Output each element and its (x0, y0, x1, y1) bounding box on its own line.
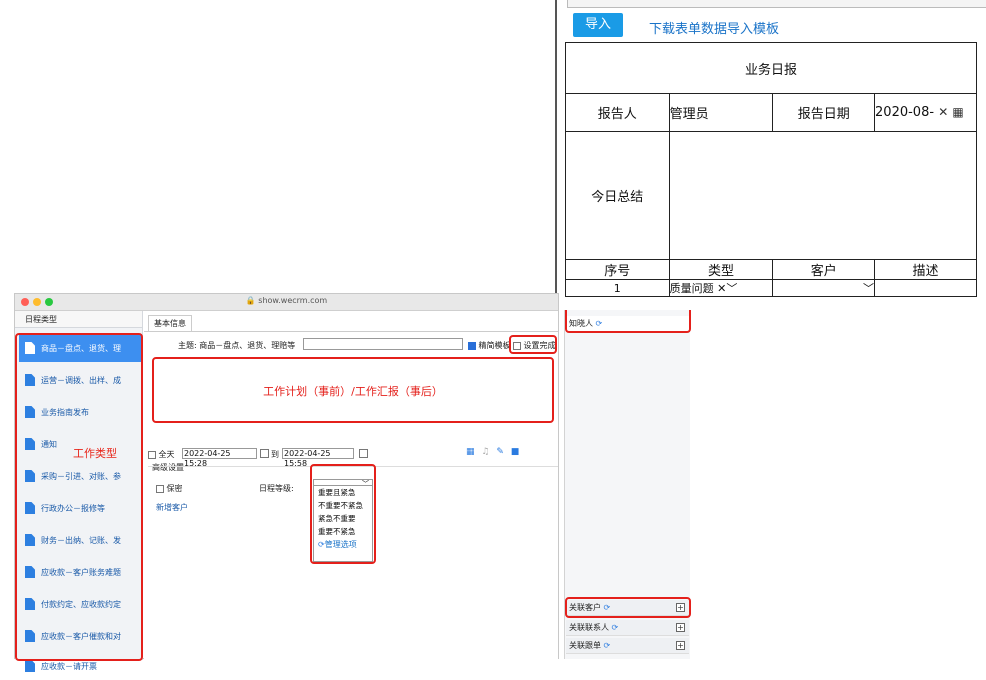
daily-report-table: 业务日报 报告人 管理员 报告日期 2020-08- ✕ ▦ 今日总结 序号 类… (565, 42, 978, 297)
related-customer-highlight-box (565, 597, 691, 618)
browser-window: 🔒 show.wecrm.com 日程类型 商品－盘点、退货、理 运营－调拨、出… (14, 293, 559, 672)
folder-icon[interactable]: ■ (511, 447, 520, 457)
url-text: show.wecrm.com (258, 296, 328, 305)
chevron-down-icon: ﹀ (863, 282, 875, 295)
summary-field[interactable] (668, 131, 978, 260)
level-label: 日程等级: (259, 484, 294, 493)
report-title: 业务日报 (565, 42, 977, 94)
chevron-down-icon[interactable]: ﹀ (726, 282, 737, 295)
secret-label: 保密 (166, 484, 183, 493)
toolbar-icons: ▦ ♫ ✎ ■ (466, 447, 519, 457)
secret-checkbox[interactable] (156, 484, 164, 493)
simple-template-toggle[interactable]: 精简模板 (468, 340, 511, 351)
related-order-label: 关联跟单 (569, 641, 601, 650)
related-panel: 知晓人 ⟳ 关联客户 ⟳ + 关联联系人 ⟳ + 关联跟单 ⟳ + (564, 310, 691, 659)
known-highlight-box (565, 310, 691, 333)
sidebar-item-label: 应收款－请开票 (41, 661, 97, 671)
bell-icon[interactable]: ♫ (481, 447, 489, 457)
allday-checkbox[interactable] (148, 450, 156, 459)
type-value: 质量问题 (669, 282, 714, 295)
import-button[interactable]: 导入 (573, 13, 623, 37)
related-contact-label: 关联联系人 (569, 623, 609, 632)
customer-select[interactable]: ﹀ (772, 279, 876, 297)
to-label: 到 (271, 450, 279, 459)
clear-icon[interactable]: ✕ (717, 282, 726, 295)
form-top-bar (567, 0, 986, 8)
summary-label: 今日总结 (565, 131, 670, 260)
sidebar-header: 日程类型 (15, 311, 142, 328)
calendar-icon[interactable] (260, 449, 269, 458)
sidebar-highlight-box (15, 333, 143, 661)
clear-icon[interactable]: ✕ (938, 105, 948, 119)
allday-toggle[interactable]: 全天 (148, 449, 175, 460)
expand-icon[interactable]: + (676, 641, 685, 650)
start-time-input[interactable]: 2022-04-25 15:28 (182, 448, 257, 468)
plan-report-annotation: 工作计划（事前）/工作汇报（事后） (263, 385, 443, 398)
related-order-row[interactable]: 关联跟单 ⟳ + (566, 638, 689, 654)
type-select[interactable]: 质量问题 ✕﹀ (668, 279, 774, 297)
secret-toggle[interactable]: 保密 (156, 483, 183, 494)
simple-template-label: 精简模板 (478, 341, 511, 350)
address-bar[interactable]: 🔒 show.wecrm.com (15, 296, 558, 305)
schedule-form: 基本信息 主题: 商品－盘点、退货、理赔等 精简模板 设置完成 工作计划（事前）… (144, 311, 558, 660)
report-date-value: 2020-08- (875, 105, 935, 120)
report-date-label: 报告日期 (772, 93, 876, 132)
expand-icon[interactable]: + (676, 623, 685, 632)
schedule-type-sidebar: 日程类型 商品－盘点、退货、理 运营－调拨、出样、成 业务指南发布 通知 采购－… (15, 311, 143, 672)
subject-input[interactable] (303, 338, 463, 350)
calendar-icon[interactable]: ▦ (952, 105, 963, 119)
add-link-icon[interactable]: ⟳ (604, 641, 611, 650)
col-customer: 客户 (772, 259, 876, 280)
subject-label: 主题: 商品－盘点、退货、理赔等 (178, 341, 296, 350)
allday-label: 全天 (158, 450, 175, 459)
related-contact-row[interactable]: 关联联系人 ⟳ + (566, 620, 689, 636)
report-date-field[interactable]: 2020-08- ✕ ▦ (874, 93, 977, 132)
add-link-icon[interactable]: ⟳ (612, 623, 619, 632)
download-template-link[interactable]: 下载表单数据导入模板 (649, 18, 779, 37)
reporter-value[interactable]: 管理员 (668, 93, 774, 132)
calendar-icon[interactable] (359, 449, 368, 458)
import-form-panel: 导入 下载表单数据导入模板 业务日报 报告人 管理员 报告日期 2020-08-… (555, 0, 986, 310)
tab-basic-info[interactable]: 基本信息 (148, 315, 192, 331)
grid-icon[interactable]: ▦ (466, 447, 475, 457)
reporter-label: 报告人 (565, 93, 670, 132)
tab-divider (144, 331, 558, 332)
file-icon (25, 660, 35, 672)
description-field[interactable] (874, 279, 977, 297)
col-description: 描述 (874, 259, 977, 280)
edit-icon[interactable]: ✎ (496, 447, 504, 457)
browser-titlebar: 🔒 show.wecrm.com (15, 294, 558, 311)
level-highlight-box (310, 464, 376, 564)
row-index: 1 (565, 279, 670, 297)
done-highlight-box (509, 335, 557, 354)
end-time-input[interactable]: 2022-04-25 15:58 (282, 448, 354, 468)
col-type: 类型 (668, 259, 774, 280)
new-customer-link[interactable]: 新增客户 (156, 502, 188, 513)
simple-template-checkbox[interactable] (468, 341, 476, 350)
col-index: 序号 (565, 259, 670, 280)
